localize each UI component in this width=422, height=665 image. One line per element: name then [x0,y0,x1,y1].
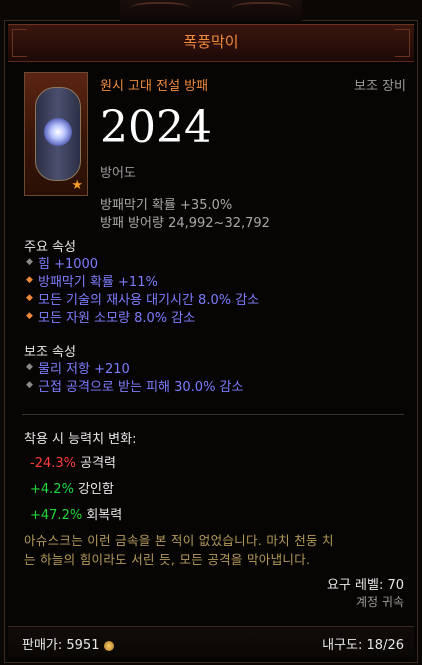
primary-attr: 모든 자원 소모량 8.0% 감소 [38,311,196,326]
primary-attr: 방패막기 확률 +11% [38,275,158,290]
block-amount: 방패 방어량 24,992~32,792 [100,212,270,231]
top-ornament [120,0,302,22]
gem-icon [44,118,72,146]
stat-line: 방패막기 확률 +35.0% [100,198,233,213]
change-value: +4.2% [30,482,74,497]
required-level: 요구 레벨: 70 [326,578,404,593]
item-title-bar: 폭풍막이 [8,24,414,62]
flavor-text-line: 는 하늘의 힘이라도 서린 듯, 모든 공격을 막아냅니다. [24,552,311,567]
bullet-icon: ◆ [26,257,33,267]
stat-line: 방패 방어량 24,992~32,792 [100,216,270,231]
secondary-attr: 물리 저항 +210 [38,362,130,377]
change-label: 공격력 [80,456,117,471]
armor-label: 방어도 [100,166,136,181]
primary-attr: 힘 +1000 [38,257,99,272]
change-row: +47.2% 회복력 [30,504,122,523]
flavor-text-line: 아슈스크는 이런 금속을 본 적이 없었습니다. 마치 천둥 치 [24,533,334,548]
change-label: 회복력 [86,508,123,523]
changes-heading: 착용 시 능력치 변화: [24,432,137,447]
section-divider [22,414,404,415]
star-icon: ★ [71,178,83,193]
item-type: 원시 고대 전설 방패 [100,79,209,94]
bullet-icon: ◆ [26,380,33,390]
item-icon: ★ [24,72,88,196]
sell-price-text: 판매가: 5951 [22,638,100,653]
bullet-icon: ◆ [26,311,33,321]
change-value: +47.2% [30,508,83,523]
block-chance: 방패막기 확률 +35.0% [100,194,232,213]
secondary-attr: 근접 공격으로 받는 피해 30.0% 감소 [38,380,244,395]
shield-icon [35,87,81,181]
item-name: 폭풍막이 [183,33,239,51]
bullet-icon: ◆ [26,293,33,303]
sell-price: 판매가: 5951 [22,634,114,653]
account-bound: 계정 귀속 [356,595,404,609]
primary-attr: 모든 기술의 재사용 대기시간 8.0% 감소 [38,293,260,308]
change-label: 강인함 [78,482,114,497]
armor-value: 2024 [100,102,212,153]
bullet-icon: ◆ [26,362,33,372]
bullet-icon: ◆ [26,275,33,285]
change-row: +4.2% 강인함 [30,478,114,497]
gold-coin-icon [103,640,114,651]
change-value: -24.3% [30,456,76,471]
change-row: -24.3% 공격력 [30,452,116,471]
item-slot: 보조 장비 [354,79,406,94]
durability: 내구도: 18/26 [322,638,404,653]
